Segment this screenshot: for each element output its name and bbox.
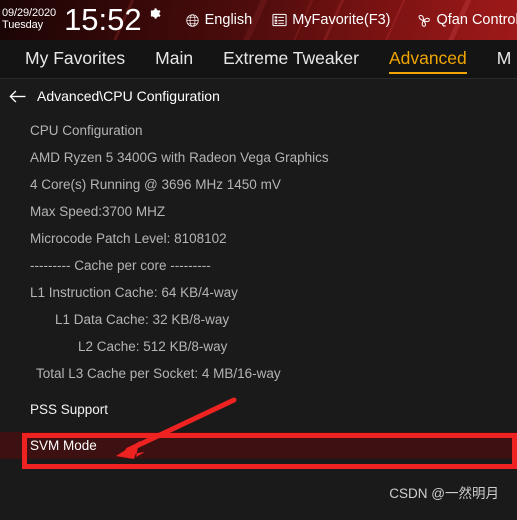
system-weekday: Tuesday [2,19,44,31]
tab-main[interactable]: Main [155,48,193,71]
qfan-control-label: Qfan Control(F6 [436,12,517,28]
list-item-pss-support[interactable]: PSS Support [0,396,517,423]
qfan-control-button[interactable]: Qfan Control(F6 [415,12,517,28]
list-item-cpu-configuration: CPU Configuration [30,123,143,138]
fan-icon [415,13,432,28]
system-clock: 15:52 [64,1,142,37]
list-item-max-speed: Max Speed:3700 MHZ [30,204,166,219]
list-item-cache-per-core-header: --------- Cache per core --------- [30,258,211,273]
tab-my-favorites[interactable]: My Favorites [25,48,125,71]
globe-icon [185,13,200,28]
list-item-microcode-level: Microcode Patch Level: 8108102 [30,231,227,246]
bios-screen: 09/29/2020 Tuesday 15:52 English MyFavor… [0,0,517,520]
main-tab-bar: My Favorites Main Extreme Tweaker Advanc… [0,40,517,79]
gear-icon[interactable] [145,5,162,22]
breadcrumb-path: Advanced\CPU Configuration [37,88,220,104]
tab-advanced[interactable]: Advanced [388,48,467,74]
language-label: English [204,12,253,28]
tab-monitor[interactable]: M [497,48,512,71]
top-header-bar: 09/29/2020 Tuesday 15:52 English MyFavor… [0,0,517,40]
list-item-l1-data-cache: L1 Data Cache: 32 KB/8-way [55,312,230,327]
list-item-cpu-model: AMD Ryzen 5 3400G with Radeon Vega Graph… [30,150,329,165]
language-selector[interactable]: English [185,12,253,28]
arrow-left-icon[interactable] [8,89,27,104]
list-item-svm-mode[interactable]: SVM Mode [0,432,517,459]
list-item-core-speed: 4 Core(s) Running @ 3696 MHz 1450 mV [30,177,281,192]
breadcrumb: Advanced\CPU Configuration [0,79,517,113]
my-favorite-label: MyFavorite(F3) [292,12,391,28]
list-item-l1-instruction-cache: L1 Instruction Cache: 64 KB/4-way [30,285,238,300]
list-item-l3-cache: Total L3 Cache per Socket: 4 MB/16-way [36,366,281,381]
cpu-configuration-list: CPU Configuration AMD Ryzen 5 3400G with… [0,113,517,459]
list-item-l2-cache: L2 Cache: 512 KB/8-way [78,339,228,354]
system-datetime: 09/29/2020 Tuesday [2,8,56,31]
my-favorite-button[interactable]: MyFavorite(F3) [272,12,391,28]
tab-extreme-tweaker[interactable]: Extreme Tweaker [223,48,359,71]
list-icon [272,13,287,27]
watermark: CSDN @一然明月 [389,486,499,501]
